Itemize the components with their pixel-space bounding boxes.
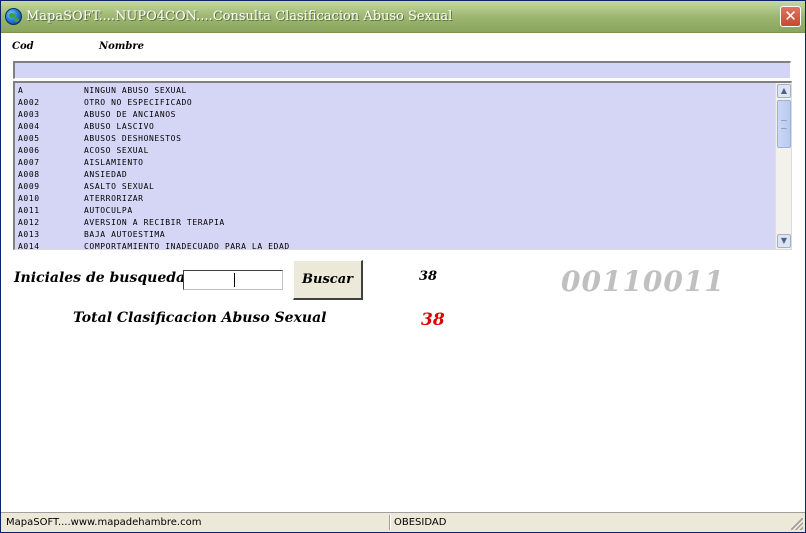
list-item-code: A009: [18, 182, 40, 191]
list-item[interactable]: A011 AUTOCULPA: [17, 205, 772, 217]
list-item[interactable]: A009 ASALTO SEXUAL: [17, 181, 772, 193]
results-list[interactable]: A NINGUN ABUSO SEXUAL A002 OTRO NO ESPECIFI…: [13, 81, 792, 250]
title-bar[interactable]: MapaSOFT....NUPO4CON....Consulta Clasifi…: [1, 1, 805, 33]
search-label: Iniciales de busqueda: [14, 270, 186, 286]
list-item-name: AISLAMIENTO: [84, 158, 144, 167]
list-item-name: ATERRORIZAR: [84, 194, 144, 203]
list-item-code: A012: [18, 218, 40, 227]
list-item-name: ACOSO SEXUAL: [84, 146, 149, 155]
list-item[interactable]: A NINGUN ABUSO SEXUAL: [17, 85, 772, 97]
list-item[interactable]: A006 ACOSO SEXUAL: [17, 145, 772, 157]
column-header-code: Cod: [12, 41, 34, 52]
list-item-code: A008: [18, 170, 40, 179]
scroll-thumb[interactable]: [777, 100, 791, 148]
list-item-code: A004: [18, 122, 40, 131]
status-bar: MapaSOFT....www.mapadehambre.com OBESIDA…: [1, 512, 805, 532]
list-item-name: ASALTO SEXUAL: [84, 182, 155, 191]
arrow-up-icon[interactable]: ▲: [777, 84, 791, 98]
list-item-code: A006: [18, 146, 40, 155]
list-item[interactable]: A012 AVERSION A RECIBIR TERAPIA: [17, 217, 772, 229]
list-item-code: A011: [18, 206, 40, 215]
arrow-down-icon[interactable]: ▼: [777, 234, 791, 248]
list-item-code: A007: [18, 158, 40, 167]
list-item-name: NINGUN ABUSO SEXUAL: [84, 86, 187, 95]
list-item-code: A010: [18, 194, 40, 203]
list-item[interactable]: A014 COMPORTAMIENTO INADECUADO PARA LA ED…: [17, 241, 772, 250]
total-label: Total Clasificacion Abuso Sexual: [73, 310, 327, 326]
total-value: 38: [421, 310, 445, 330]
resize-grip-icon[interactable]: [791, 518, 803, 530]
window-title: MapaSOFT....NUPO4CON....Consulta Clasifi…: [26, 9, 453, 24]
list-item-name: ANSIEDAD: [84, 170, 128, 179]
filter-input[interactable]: [13, 61, 791, 79]
list-scrollbar[interactable]: ▲ ▼: [775, 83, 791, 249]
list-item-code: A013: [18, 230, 40, 239]
buscar-button[interactable]: Buscar: [293, 260, 363, 300]
status-panel-left: MapaSOFT....www.mapadehambre.com: [6, 517, 202, 528]
list-item-code: A003: [18, 110, 40, 119]
list-item-code: A: [18, 86, 24, 95]
globe-icon: [5, 8, 22, 25]
list-item-name: OTRO NO ESPECIFICADO: [84, 98, 193, 107]
list-item-code: A002: [18, 98, 40, 107]
list-item-code: A014: [18, 242, 40, 250]
list-rows: A NINGUN ABUSO SEXUAL A002 OTRO NO ESPECIFI…: [17, 85, 772, 250]
list-item[interactable]: A005 ABUSOS DESHONESTOS: [17, 133, 772, 145]
list-item[interactable]: A008 ANSIEDAD: [17, 169, 772, 181]
binary-code: 00110011: [561, 265, 725, 298]
column-header-name: Nombre: [99, 41, 145, 52]
list-item-name: ABUSO LASCIVO: [84, 122, 155, 131]
list-item[interactable]: A013 BAJA AUTOESTIMA: [17, 229, 772, 241]
list-item-name: AUTOCULPA: [84, 206, 133, 215]
initials-input[interactable]: [183, 270, 283, 290]
app-window: MapaSOFT....NUPO4CON....Consulta Clasifi…: [0, 0, 806, 533]
status-panel-middle: OBESIDAD: [394, 517, 447, 528]
list-item-name: ABUSOS DESHONESTOS: [84, 134, 182, 143]
list-item-name: ABUSO DE ANCIANOS: [84, 110, 177, 119]
text-caret: [234, 273, 235, 287]
list-item[interactable]: A007 AISLAMIENTO: [17, 157, 772, 169]
close-icon[interactable]: ✕: [780, 6, 801, 27]
list-item[interactable]: A003 ABUSO DE ANCIANOS: [17, 109, 772, 121]
result-count: 38: [419, 269, 438, 284]
list-item-name: COMPORTAMIENTO INADECUADO PARA LA EDAD: [84, 242, 290, 250]
list-item-name: BAJA AUTOESTIMA: [84, 230, 166, 239]
list-item[interactable]: A004 ABUSO LASCIVO: [17, 121, 772, 133]
list-item-code: A005: [18, 134, 40, 143]
list-item[interactable]: A002 OTRO NO ESPECIFICADO: [17, 97, 772, 109]
list-item[interactable]: A010 ATERRORIZAR: [17, 193, 772, 205]
list-item-name: AVERSION A RECIBIR TERAPIA: [84, 218, 225, 227]
